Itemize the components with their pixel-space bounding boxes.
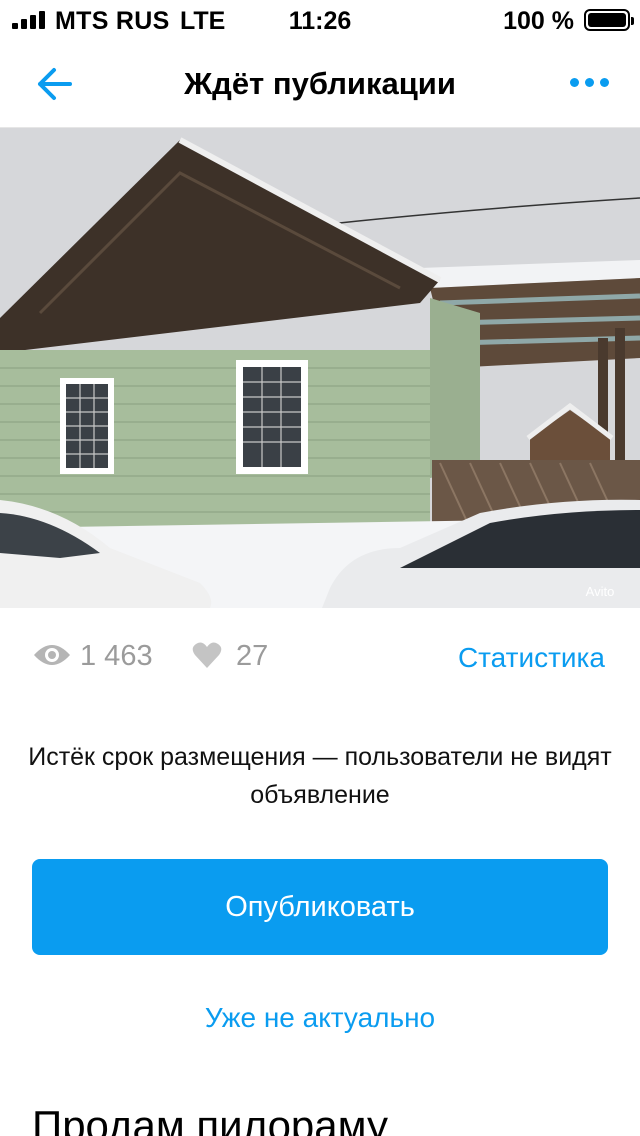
heart-icon (192, 642, 222, 668)
listing-photo[interactable]: Avito (0, 128, 640, 608)
page-title: Ждёт публикации (184, 66, 456, 101)
listing-stats: 1 463 27 Статистика (0, 630, 640, 686)
battery-percent: 100 % (503, 7, 574, 35)
listing-title: Продам пилораму (32, 1102, 388, 1136)
navigation-bar: Ждёт публикации (0, 40, 640, 128)
eye-icon (34, 645, 70, 665)
arrow-left-icon (38, 68, 72, 100)
avito-watermark: Avito (586, 584, 615, 599)
favorites-count: 27 (236, 640, 269, 672)
battery-icon (584, 9, 634, 31)
expired-notice: Истёк срок размещения — пользователи не … (28, 743, 612, 809)
more-options-button[interactable] (566, 68, 614, 100)
more-horizontal-icon (570, 78, 579, 87)
publish-button[interactable]: Опубликовать (32, 859, 608, 955)
back-button[interactable] (30, 60, 82, 108)
status-bar: MTS RUS LTE 11:26 100 % (0, 0, 640, 40)
views-count: 1 463 (80, 640, 153, 672)
not-actual-button[interactable]: Уже не актуально (0, 1002, 640, 1034)
statistics-link[interactable]: Статистика (458, 642, 605, 674)
